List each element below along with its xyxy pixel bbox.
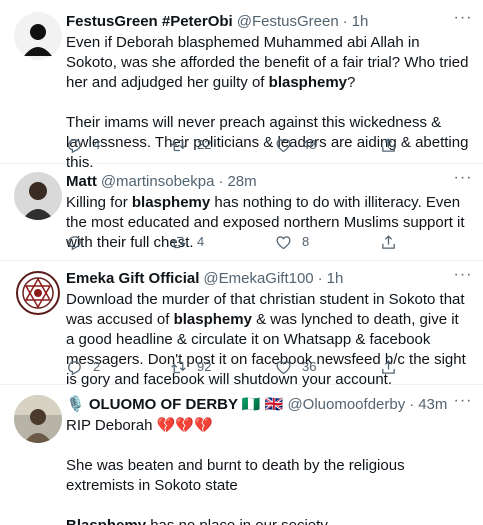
avatar[interactable]	[14, 269, 62, 317]
tweet-actions: 2 92 36	[66, 357, 471, 377]
heart-icon	[276, 360, 291, 374]
separator-dot: ·	[317, 270, 323, 287]
like-count: 8	[302, 234, 310, 249]
retweet-count: 92	[197, 359, 212, 374]
reply-button[interactable]: 4	[66, 135, 100, 155]
more-icon[interactable]: ···	[453, 267, 473, 289]
like-button[interactable]: 48	[275, 135, 316, 155]
tweet-actions: 4 8	[66, 232, 471, 252]
share-icon	[382, 359, 395, 374]
user-handle[interactable]: @Oluomoofderby	[287, 395, 405, 415]
user-handle[interactable]: @EmekaGift100	[203, 269, 313, 289]
retweet-icon	[171, 139, 186, 151]
more-icon[interactable]: ···	[453, 10, 473, 32]
separator-dot: ·	[218, 173, 224, 190]
tweet[interactable]: 🎙️ OLUOMO OF DERBY 🇳🇬 🇬🇧 @Oluomoofderby …	[0, 385, 483, 525]
tweet[interactable]: FestusGreen #PeterObi @FestusGreen · 1h …	[0, 0, 483, 171]
tweet-text-segment: has no place in our society.	[146, 517, 331, 525]
display-name[interactable]: Emeka Gift Official	[66, 269, 199, 289]
timestamp[interactable]: 1h	[327, 269, 344, 289]
more-icon[interactable]: ···	[453, 170, 473, 192]
heart-icon	[276, 138, 291, 152]
like-count: 36	[302, 359, 317, 374]
highlighted-keyword: blasphemy	[268, 74, 348, 91]
separator-dot: ·	[342, 13, 348, 30]
user-handle[interactable]: @FestusGreen	[237, 12, 339, 32]
avatar[interactable]	[14, 12, 62, 60]
tweet-header: Emeka Gift Official @EmekaGift100 · 1h	[66, 269, 471, 289]
like-button[interactable]: 8	[275, 232, 309, 252]
tweet-header: FestusGreen #PeterObi @FestusGreen · 1h	[66, 12, 471, 32]
like-count: 48	[302, 137, 317, 152]
display-name[interactable]: Matt	[66, 172, 97, 192]
timestamp[interactable]: 43m	[418, 395, 447, 415]
reply-icon	[68, 235, 81, 250]
display-name[interactable]: FestusGreen #PeterObi	[66, 12, 233, 32]
retweet-count: 4	[197, 234, 205, 249]
reply-count: 2	[93, 359, 101, 374]
tweet-text-segment: RIP Deborah 💔💔💔 She was beaten and burnt…	[66, 417, 405, 494]
timestamp[interactable]: 1h	[352, 12, 369, 32]
reply-icon	[68, 360, 81, 375]
like-button[interactable]: 36	[275, 357, 316, 377]
highlighted-keyword: blasphemy	[131, 194, 211, 211]
share-button[interactable]	[380, 135, 407, 155]
tweet[interactable]: Matt @martinsobekpa · 28m Killing for bl…	[0, 164, 483, 261]
separator-dot: ·	[409, 396, 415, 413]
more-icon[interactable]: ···	[453, 393, 473, 415]
tweet-header: 🎙️ OLUOMO OF DERBY 🇳🇬 🇬🇧 @Oluomoofderby …	[66, 395, 471, 415]
reply-button[interactable]	[66, 232, 93, 252]
highlighted-keyword: blasphemy	[173, 311, 252, 328]
tweet-text-segment: Killing for	[66, 194, 132, 211]
reply-count: 4	[93, 137, 101, 152]
avatar[interactable]	[14, 172, 62, 220]
display-name[interactable]: 🎙️ OLUOMO OF DERBY 🇳🇬 🇬🇧	[66, 395, 283, 415]
retweet-count: 22	[197, 137, 212, 152]
retweet-button[interactable]: 92	[170, 357, 211, 377]
tweet-text: RIP Deborah 💔💔💔 She was beaten and burnt…	[66, 416, 471, 525]
highlighted-keyword: Blasphemy	[66, 517, 146, 525]
retweet-icon	[171, 361, 186, 373]
share-button[interactable]	[380, 232, 407, 252]
retweet-button[interactable]: 4	[170, 232, 204, 252]
tweet-actions: 4 22 48	[66, 135, 471, 155]
share-button[interactable]	[380, 357, 407, 377]
share-icon	[382, 234, 395, 249]
tweet[interactable]: Emeka Gift Official @EmekaGift100 · 1h D…	[0, 261, 483, 388]
retweet-icon	[171, 236, 186, 248]
retweet-button[interactable]: 22	[170, 135, 211, 155]
tweet-header: Matt @martinsobekpa · 28m	[66, 172, 471, 192]
avatar[interactable]	[14, 395, 62, 443]
share-icon	[382, 137, 395, 152]
timestamp[interactable]: 28m	[227, 172, 256, 192]
heart-icon	[276, 235, 291, 249]
reply-button[interactable]: 2	[66, 357, 100, 377]
reply-icon	[68, 138, 81, 153]
user-handle[interactable]: @martinsobekpa	[101, 172, 215, 192]
